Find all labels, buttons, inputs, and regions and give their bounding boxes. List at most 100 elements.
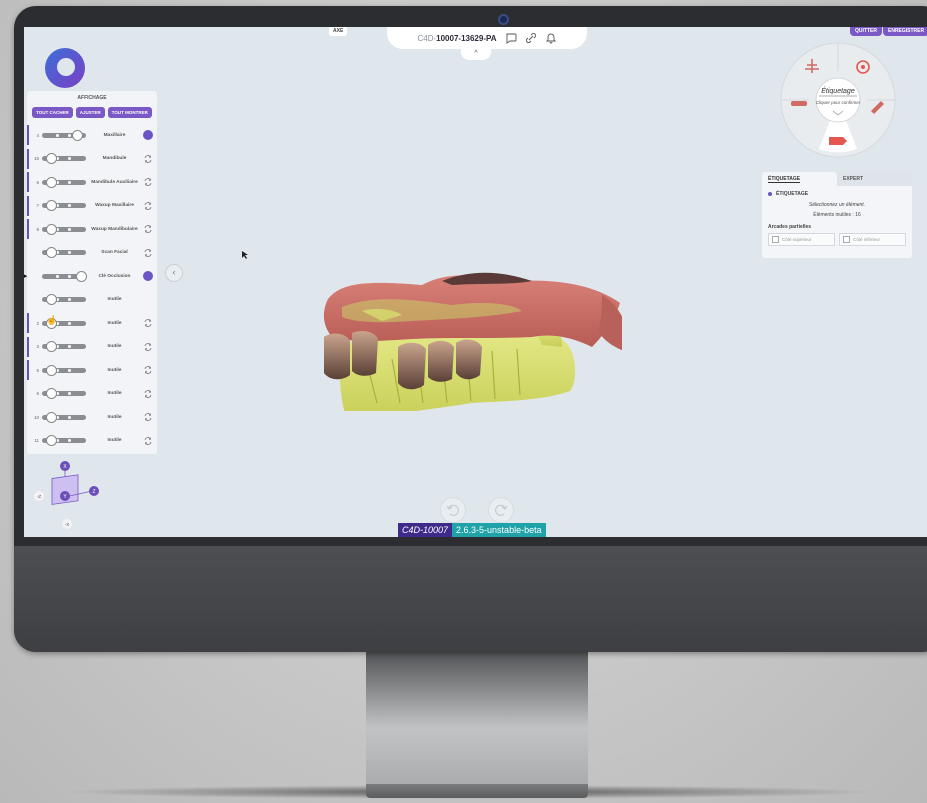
tab-expert[interactable]: EXPERT xyxy=(837,172,912,186)
slider-knob[interactable] xyxy=(46,176,57,188)
layer-marker xyxy=(27,243,29,263)
show-all-button[interactable]: TOUT MONTRER xyxy=(107,107,152,118)
sync-icon[interactable] xyxy=(143,318,153,328)
slider-tick xyxy=(68,180,71,184)
sync-icon[interactable] xyxy=(143,248,153,258)
layer-row[interactable]: 9 Waxup Mandibulaire xyxy=(27,219,157,239)
case-id-number: 10007-13629-PA xyxy=(436,33,497,43)
link-icon[interactable] xyxy=(525,32,537,44)
slider-knob[interactable] xyxy=(46,223,57,235)
layer-number: 4 xyxy=(36,132,39,138)
layer-opacity-slider[interactable] xyxy=(42,129,86,141)
layer-row[interactable]: 10 Inutile xyxy=(27,407,157,427)
bell-icon[interactable] xyxy=(545,32,557,44)
hide-all-button[interactable]: TOUT CACHER xyxy=(32,107,73,118)
sync-icon[interactable] xyxy=(143,342,153,352)
layer-number: 7 xyxy=(36,203,39,208)
slider-knob[interactable] xyxy=(46,200,57,211)
collapse-topbar-button[interactable]: ^ xyxy=(461,49,491,60)
layer-marker xyxy=(27,290,29,310)
slider-knob[interactable] xyxy=(46,294,57,305)
monitor-stand-base xyxy=(366,784,588,798)
axis-z-label: Z xyxy=(92,489,95,495)
axis-gizmo[interactable]: X -Z Y Z -X xyxy=(34,459,104,534)
layer-label: Scan Facial xyxy=(101,250,128,255)
layer-row[interactable]: 6 Inutile xyxy=(27,384,157,404)
layer-opacity-slider[interactable] xyxy=(42,200,86,211)
sync-active-icon[interactable] xyxy=(143,130,153,140)
layer-row[interactable]: Inutile xyxy=(27,290,157,310)
layer-row[interactable]: Scan Facial xyxy=(27,243,157,263)
chat-bubble-icon[interactable] xyxy=(505,32,517,44)
lower-side-checkbox[interactable]: Côté inférieur xyxy=(839,233,906,246)
arch-icon[interactable] xyxy=(791,101,807,106)
slider-knob[interactable] xyxy=(46,388,57,399)
layer-row[interactable]: 7 Waxup Maxillaire xyxy=(27,195,157,216)
layer-row[interactable]: 6 Mandibule Auxiliaire xyxy=(27,172,157,192)
slider-knob[interactable] xyxy=(46,341,57,352)
slider-knob[interactable] xyxy=(46,153,57,164)
layer-label: Inutile xyxy=(107,438,122,443)
layer-opacity-slider[interactable] xyxy=(42,270,87,282)
layer-opacity-slider[interactable] xyxy=(42,341,86,352)
layer-row[interactable]: 11 Inutile xyxy=(27,431,157,451)
slider-knob[interactable] xyxy=(46,411,57,423)
upper-side-checkbox[interactable]: Côté supérieur xyxy=(768,233,835,246)
slider-knob[interactable] xyxy=(46,364,57,376)
layer-row[interactable]: 15 Mandibule xyxy=(27,148,157,169)
layer-opacity-slider[interactable] xyxy=(42,247,86,258)
slider-knob[interactable] xyxy=(46,247,57,258)
layer-opacity-slider[interactable] xyxy=(42,153,86,164)
collapse-panel-button[interactable]: ‹ xyxy=(165,264,183,282)
layer-opacity-slider[interactable] xyxy=(42,294,86,305)
partial-arches-heading: Arcades partielles xyxy=(768,224,812,230)
layer-opacity-slider[interactable] xyxy=(42,176,86,188)
layer-opacity-slider[interactable] xyxy=(42,223,86,235)
fit-button[interactable]: AJUSTER xyxy=(75,107,105,118)
undo-button[interactable] xyxy=(440,497,466,523)
slider-knob[interactable] xyxy=(72,129,83,141)
axis-chip[interactable]: AXE xyxy=(329,27,348,36)
sync-icon[interactable] xyxy=(143,412,153,422)
sync-icon[interactable] xyxy=(143,154,153,164)
dental-3d-model[interactable] xyxy=(302,251,622,411)
slider-knob[interactable] xyxy=(76,270,87,282)
slider-knob[interactable] xyxy=(46,435,57,446)
layer-opacity-slider[interactable] xyxy=(42,411,86,423)
layer-row[interactable]: 4 Maxillaire xyxy=(27,125,157,145)
layer-opacity-slider[interactable] xyxy=(42,364,86,376)
layer-label: Clé Occlusion xyxy=(98,273,131,279)
empty-slot xyxy=(143,295,153,305)
checkbox-box-icon xyxy=(772,236,779,243)
layer-opacity-slider[interactable] xyxy=(42,388,86,399)
slider-tick xyxy=(56,274,59,278)
sync-icon[interactable] xyxy=(143,436,153,446)
axis-neg-z-label: -Z xyxy=(37,494,41,499)
layer-number: 6 xyxy=(36,391,39,396)
layer-marker xyxy=(27,195,29,216)
tab-labeling-label: ÉTIQUETAGE xyxy=(768,176,801,183)
checkbox-box-icon xyxy=(843,236,850,243)
layer-label: Mandibule Auxiliaire xyxy=(91,179,138,185)
sync-icon[interactable] xyxy=(143,177,153,187)
save-button[interactable]: ENREGISTRER xyxy=(883,27,927,36)
sync-active-icon[interactable] xyxy=(143,271,153,281)
quit-button[interactable]: QUITTER xyxy=(850,27,882,36)
sync-icon[interactable] xyxy=(143,365,153,375)
layer-label: Inutile xyxy=(107,297,122,302)
slider-tick xyxy=(56,133,59,137)
tab-labeling[interactable]: ÉTIQUETAGE xyxy=(762,172,837,186)
labeling-radial-menu[interactable]: Étiquetage Cliquer pour confirmer xyxy=(779,41,897,159)
redo-button[interactable] xyxy=(488,497,514,523)
case-id-prefix: C4D- xyxy=(417,33,437,43)
layer-opacity-slider[interactable] xyxy=(42,435,86,446)
layer-row[interactable]: 5 Inutile xyxy=(27,360,157,380)
layer-row[interactable]: Clé Occlusion xyxy=(27,266,157,286)
slider-tick xyxy=(68,204,71,207)
sync-icon[interactable] xyxy=(143,201,153,211)
layer-row[interactable]: 3 Inutile xyxy=(27,336,157,357)
sync-icon[interactable] xyxy=(143,224,153,234)
sync-icon[interactable] xyxy=(143,389,153,399)
slider-tick xyxy=(68,368,71,372)
build-tag: 2.6.3-5-unstable-beta xyxy=(452,523,546,537)
